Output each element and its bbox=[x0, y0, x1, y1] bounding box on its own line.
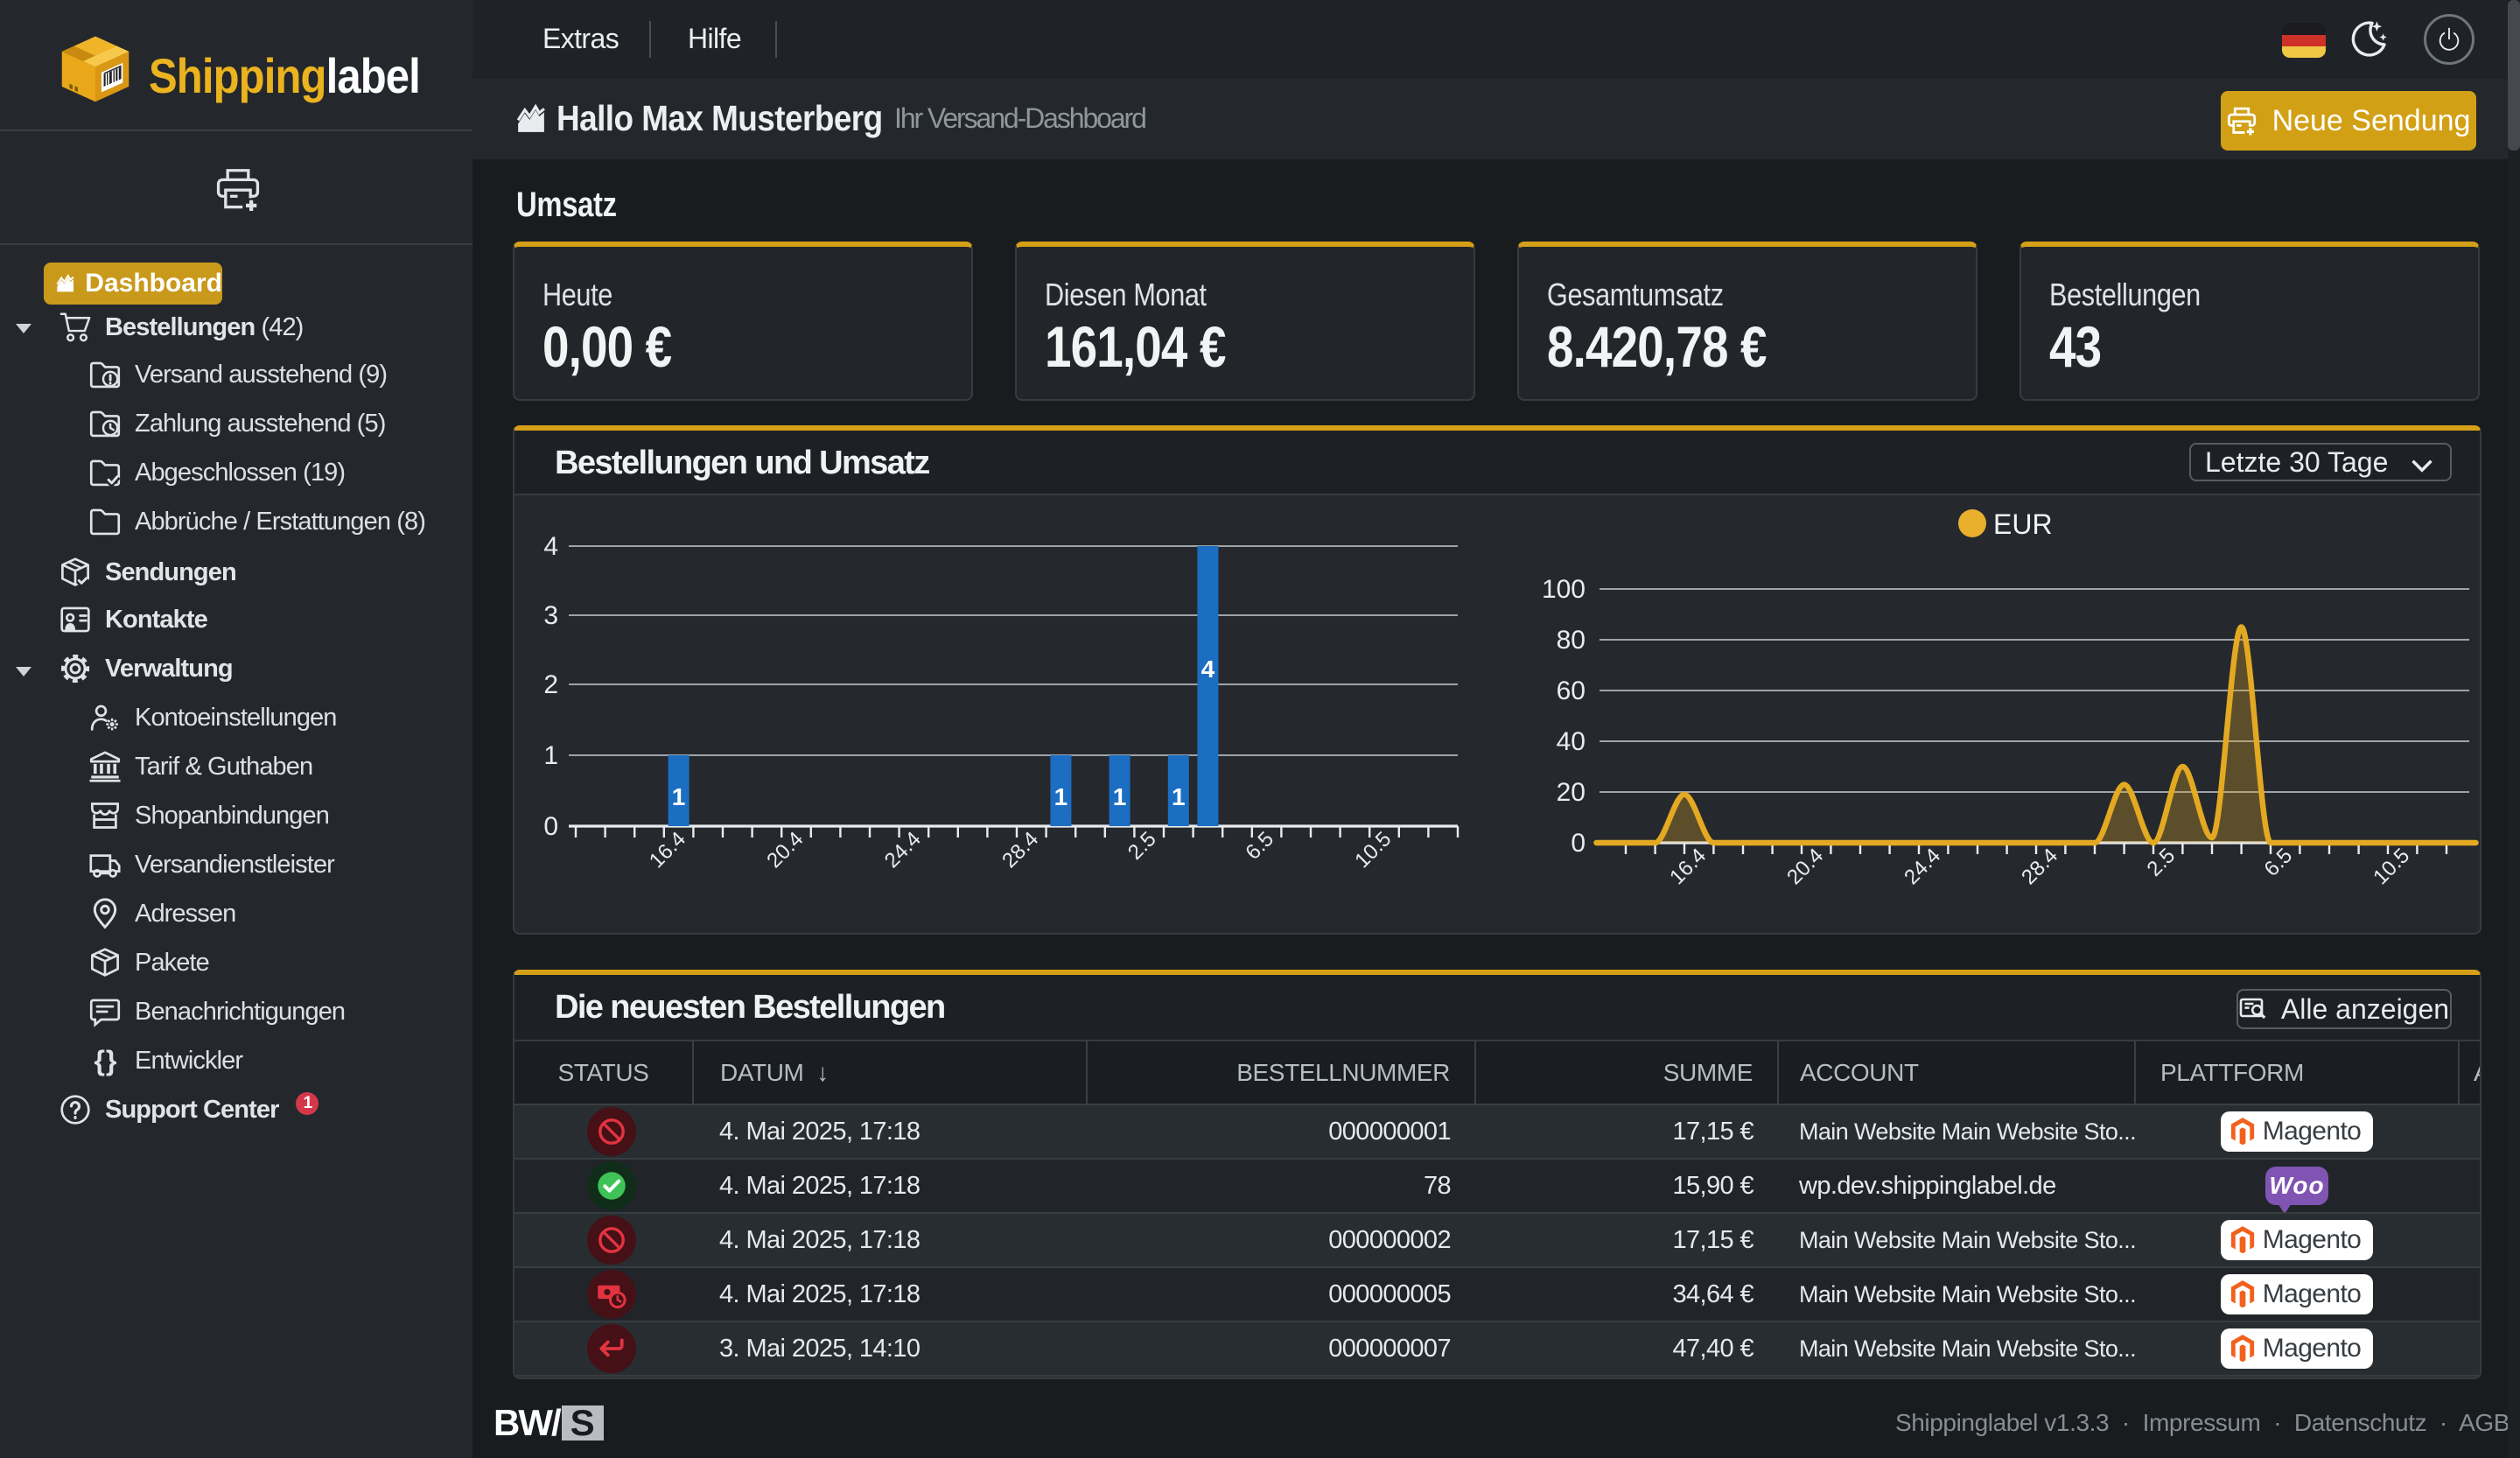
svg-text:100: 100 bbox=[1542, 575, 1586, 604]
svg-text:6.5: 6.5 bbox=[2260, 844, 2298, 881]
svg-text:1: 1 bbox=[543, 741, 558, 770]
svg-text:EUR: EUR bbox=[1993, 508, 2053, 540]
svg-text:10.5: 10.5 bbox=[1350, 827, 1396, 873]
svg-text:20.4: 20.4 bbox=[1782, 844, 1828, 889]
svg-text:6.5: 6.5 bbox=[1241, 827, 1278, 865]
svg-text:1: 1 bbox=[1054, 783, 1068, 810]
svg-text:20.4: 20.4 bbox=[762, 827, 808, 873]
svg-text:3: 3 bbox=[543, 601, 558, 630]
svg-text:2.5: 2.5 bbox=[1124, 827, 1161, 865]
svg-text:28.4: 28.4 bbox=[998, 827, 1043, 873]
svg-text:1: 1 bbox=[1172, 783, 1186, 810]
svg-text:10.5: 10.5 bbox=[2369, 844, 2414, 889]
svg-text:16.4: 16.4 bbox=[645, 827, 690, 873]
svg-text:0: 0 bbox=[1571, 829, 1586, 858]
svg-text:28.4: 28.4 bbox=[2017, 844, 2062, 889]
svg-text:60: 60 bbox=[1557, 676, 1586, 705]
svg-text:20: 20 bbox=[1557, 778, 1586, 807]
svg-text:80: 80 bbox=[1557, 626, 1586, 655]
svg-text:24.4: 24.4 bbox=[1900, 844, 1945, 889]
svg-text:1: 1 bbox=[1113, 783, 1127, 810]
svg-text:24.4: 24.4 bbox=[880, 827, 926, 873]
svg-text:4: 4 bbox=[1201, 655, 1215, 683]
svg-text:40: 40 bbox=[1557, 727, 1586, 756]
svg-text:16.4: 16.4 bbox=[1665, 844, 1711, 889]
svg-text:0: 0 bbox=[543, 812, 558, 841]
svg-text:4: 4 bbox=[543, 532, 558, 561]
svg-text:2: 2 bbox=[543, 670, 558, 699]
svg-text:2.5: 2.5 bbox=[2143, 844, 2180, 881]
svg-text:1: 1 bbox=[672, 783, 686, 810]
